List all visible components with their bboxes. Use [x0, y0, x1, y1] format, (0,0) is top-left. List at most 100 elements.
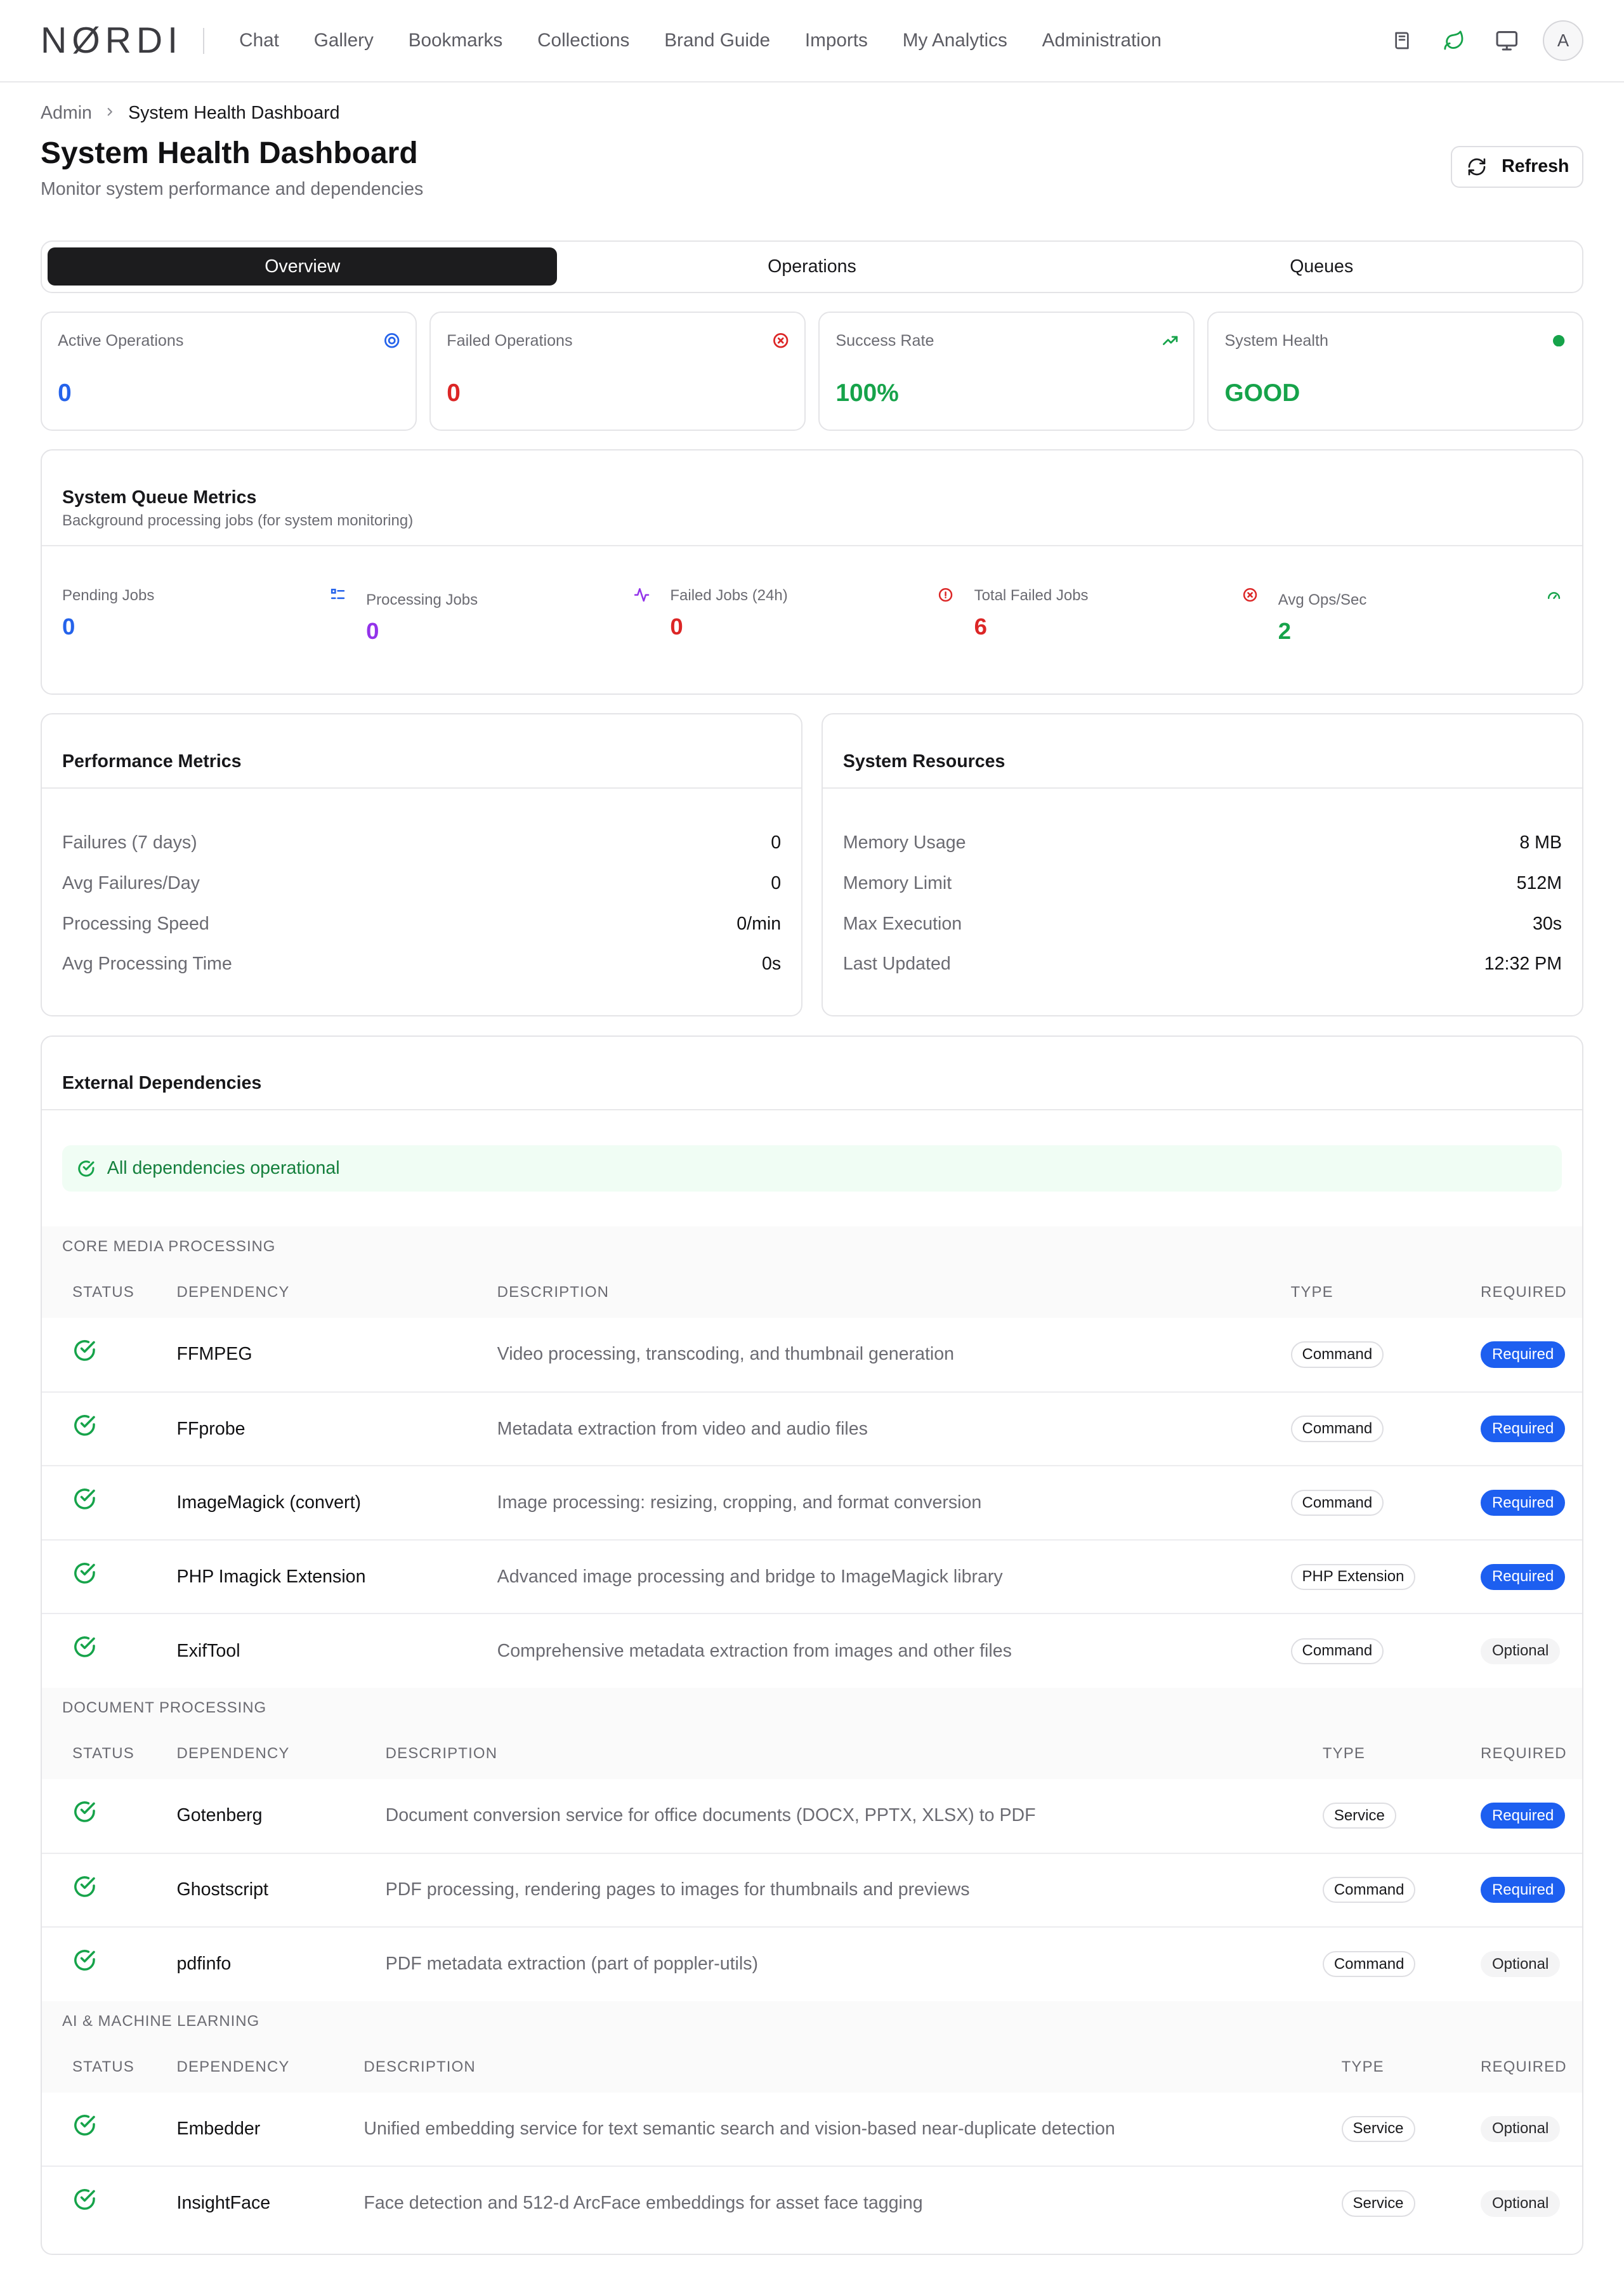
column-header-description: DESCRIPTION [497, 1284, 610, 1301]
queue-metric-processing: Processing Jobs 0 [366, 587, 670, 645]
user-avatar[interactable]: A [1543, 20, 1583, 62]
column-header-description: DESCRIPTION [363, 2058, 476, 2075]
kv-row: Avg Failures/Day 0 [62, 873, 781, 914]
nav-link-imports[interactable]: Imports [787, 21, 885, 60]
kv-key: Last Updated [842, 954, 951, 975]
required-cell: Required [1470, 1466, 1582, 1541]
card-title: Performance Metrics [62, 751, 242, 772]
type-cell: Command [1313, 1927, 1470, 2001]
book-icon[interactable] [1386, 25, 1418, 56]
page-title: System Health Dashboard [40, 136, 418, 170]
tab-overview[interactable]: Overview [48, 247, 558, 286]
card-header: System Resources [822, 714, 1582, 789]
table-row: ExifTool Comprehensive metadata extractio… [42, 1613, 1582, 1688]
performance-list: Failures (7 days) 0 Avg Failures/Day 0 Pro… [42, 789, 801, 995]
leaf-icon[interactable] [1438, 25, 1470, 56]
nav-actions: A [1386, 20, 1583, 62]
page-subtitle: Monitor system performance and dependenc… [40, 179, 424, 200]
queue-metric-total-failed: Total Failed Jobs 6 [974, 587, 1278, 645]
metric-label: Processing Jobs [366, 591, 478, 609]
required-cell: Optional [1470, 1613, 1582, 1688]
nav-link-my-analytics[interactable]: My Analytics [885, 21, 1025, 60]
dependency-description: Unified embedding service for text seman… [353, 2092, 1332, 2167]
nav-link-chat[interactable]: Chat [222, 21, 297, 60]
breadcrumb: Admin System Health Dashboard [41, 103, 1583, 124]
dependency-name: Embedder [166, 2092, 354, 2167]
check-circle-icon [72, 2113, 97, 2138]
required-cell: Required [1470, 1391, 1582, 1467]
nav-links: Chat Gallery Bookmarks Collections Brand… [222, 21, 1179, 60]
required-badge: Optional [1480, 2115, 1561, 2142]
required-cell: Required [1470, 1318, 1582, 1393]
status-message: All dependencies operational [107, 1158, 340, 1179]
required-badge: Required [1480, 1490, 1566, 1516]
breadcrumb-admin-link[interactable]: Admin [41, 103, 92, 124]
kv-row: Avg Processing Time 0s [62, 954, 781, 994]
stat-value: GOOD [1224, 379, 1300, 407]
check-circle-icon [72, 1561, 97, 1586]
activity-icon [634, 587, 650, 603]
check-circle-icon [72, 1338, 97, 1363]
status-cell [41, 2092, 167, 2167]
type-cell: Service [1312, 1778, 1470, 1854]
gauge-icon [1546, 587, 1562, 603]
kv-key: Memory Limit [842, 872, 952, 893]
table-row: Gotenberg Document conversion service for… [41, 1778, 1582, 1854]
refresh-button[interactable]: Refresh [1451, 145, 1583, 188]
refresh-icon [1467, 157, 1487, 177]
stat-card-failed-operations: Failed Operations 0 [429, 312, 806, 431]
dependency-description: Face detection and 512-d ArcFace embeddi… [363, 2193, 923, 2214]
kv-row: Max Execution 30s [843, 914, 1562, 954]
stat-value: 100% [835, 379, 899, 407]
stat-label: System Health [1224, 332, 1328, 350]
status-cell [42, 1613, 167, 1688]
type-cell: PHP Extension [1280, 1539, 1470, 1615]
stat-label: Success Rate [835, 332, 934, 350]
required-cell: Optional [1470, 1927, 1582, 2001]
target-icon [383, 332, 400, 349]
kv-key: Max Execution [842, 913, 962, 934]
tab-operations[interactable]: Operations [557, 247, 1066, 286]
monitor-icon[interactable] [1491, 25, 1522, 56]
stat-label: Active Operations [58, 332, 184, 350]
dependencies-table: STATUS DEPENDENCY DESCRIPTION TYPE REQUIRED E… [41, 2041, 1582, 2240]
kv-value: 12:32 PM [1484, 954, 1562, 975]
nav-link-collections[interactable]: Collections [520, 21, 647, 60]
page-header: System Health Dashboard Monitor system p… [40, 136, 1583, 200]
kv-key: Processing Speed [62, 913, 209, 934]
nav-link-gallery[interactable]: Gallery [296, 21, 391, 60]
status-cell [41, 1466, 167, 1541]
card-title: System Queue Metrics [62, 487, 257, 508]
stat-label: Failed Operations [447, 332, 573, 350]
column-header-dependency: DEPENDENCY [176, 2058, 290, 2075]
kv-row: Last Updated 12:32 PM [843, 954, 1562, 994]
alert-circle-icon [938, 587, 953, 603]
required-badge: Required [1480, 1877, 1566, 1903]
kv-row: Memory Usage 8 MB [843, 832, 1562, 873]
nav-link-bookmarks[interactable]: Bookmarks [391, 21, 520, 60]
kv-key: Avg Failures/Day [62, 872, 200, 893]
column-header-status: STATUS [72, 2058, 134, 2075]
x-circle-icon [772, 332, 789, 349]
nav-link-administration[interactable]: Administration [1025, 21, 1179, 60]
check-circle-icon [72, 1634, 97, 1659]
column-header-description: DESCRIPTION [385, 1744, 498, 1762]
tab-queues[interactable]: Queues [1067, 247, 1576, 286]
check-circle-icon [72, 1413, 97, 1438]
card-description: Background processing jobs (for system m… [62, 512, 414, 530]
nav-link-brand-guide[interactable]: Brand Guide [647, 21, 788, 60]
dependency-description: Image processing: resizing, cropping, an… [487, 1466, 1281, 1541]
stat-value: 0 [447, 379, 461, 407]
dependency-description: Document conversion service for office d… [375, 1778, 1313, 1854]
queue-metric-pending: Pending Jobs 0 [62, 587, 366, 645]
required-cell: Required [1470, 1778, 1582, 1854]
status-cell [41, 1318, 167, 1393]
type-badge: Service [1341, 2115, 1415, 2142]
stat-cards: Active Operations 0 Failed Operations 0 … [40, 312, 1583, 431]
type-cell: Service [1331, 2092, 1470, 2167]
main-content: Admin System Health Dashboard System Hea… [0, 103, 1624, 2256]
kv-value: 512M [1516, 872, 1562, 893]
column-header-type: TYPE [1322, 1744, 1366, 1762]
nordi-logo[interactable]: NØRDI [41, 20, 183, 62]
required-badge: Optional [1480, 2190, 1561, 2217]
